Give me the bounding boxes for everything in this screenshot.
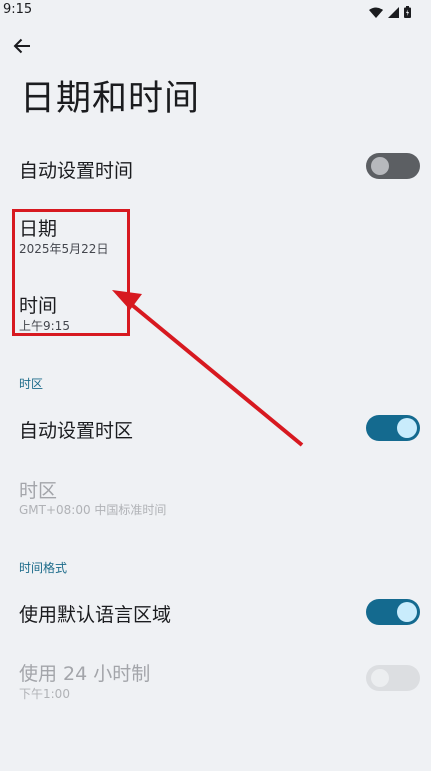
- cellular-signal-icon: [388, 3, 399, 22]
- battery-icon: [404, 3, 411, 22]
- time-format-section-header: 时间格式: [19, 561, 68, 575]
- use-24-hour-switch: [366, 665, 420, 691]
- time-value: 上午9:15: [19, 319, 70, 333]
- date-value: 2025年5月22日: [19, 242, 109, 256]
- back-button[interactable]: [10, 36, 34, 60]
- timezone-section-header: 时区: [19, 377, 44, 391]
- use-24-hour-label: 使用 24 小时制: [19, 663, 151, 685]
- auto-time-switch[interactable]: [366, 153, 420, 179]
- wifi-icon: [369, 3, 383, 22]
- auto-timezone-switch[interactable]: [366, 415, 420, 441]
- status-bar: 9:15: [0, 0, 431, 20]
- status-icons: [369, 3, 411, 22]
- auto-timezone-row[interactable]: 自动设置时区: [0, 405, 431, 451]
- time-row[interactable]: 时间 上午9:15: [0, 287, 431, 337]
- auto-timezone-label: 自动设置时区: [19, 420, 134, 442]
- use-24-hour-example: 下午1:00: [19, 687, 70, 701]
- date-label: 日期: [19, 218, 58, 240]
- timezone-row: 时区 GMT+08:00 中国标准时间: [0, 472, 431, 522]
- switch-knob: [397, 418, 417, 438]
- switch-knob: [371, 669, 389, 687]
- auto-time-row[interactable]: 自动设置时间: [0, 145, 431, 191]
- status-time: 9:15: [3, 2, 33, 17]
- use-24-hour-row: 使用 24 小时制 下午1:00: [0, 655, 431, 705]
- locale-default-switch[interactable]: [366, 599, 420, 625]
- timezone-label: 时区: [19, 480, 58, 502]
- arrow-left-icon: [13, 37, 31, 59]
- time-label: 时间: [19, 295, 58, 317]
- locale-default-label: 使用默认语言区域: [19, 604, 172, 626]
- locale-default-row[interactable]: 使用默认语言区域: [0, 589, 431, 635]
- page-title: 日期和时间: [20, 79, 201, 119]
- date-row[interactable]: 日期 2025年5月22日: [0, 210, 431, 260]
- timezone-value: GMT+08:00 中国标准时间: [19, 503, 167, 517]
- switch-knob: [371, 157, 389, 175]
- auto-time-label: 自动设置时间: [19, 160, 134, 182]
- switch-knob: [397, 602, 417, 622]
